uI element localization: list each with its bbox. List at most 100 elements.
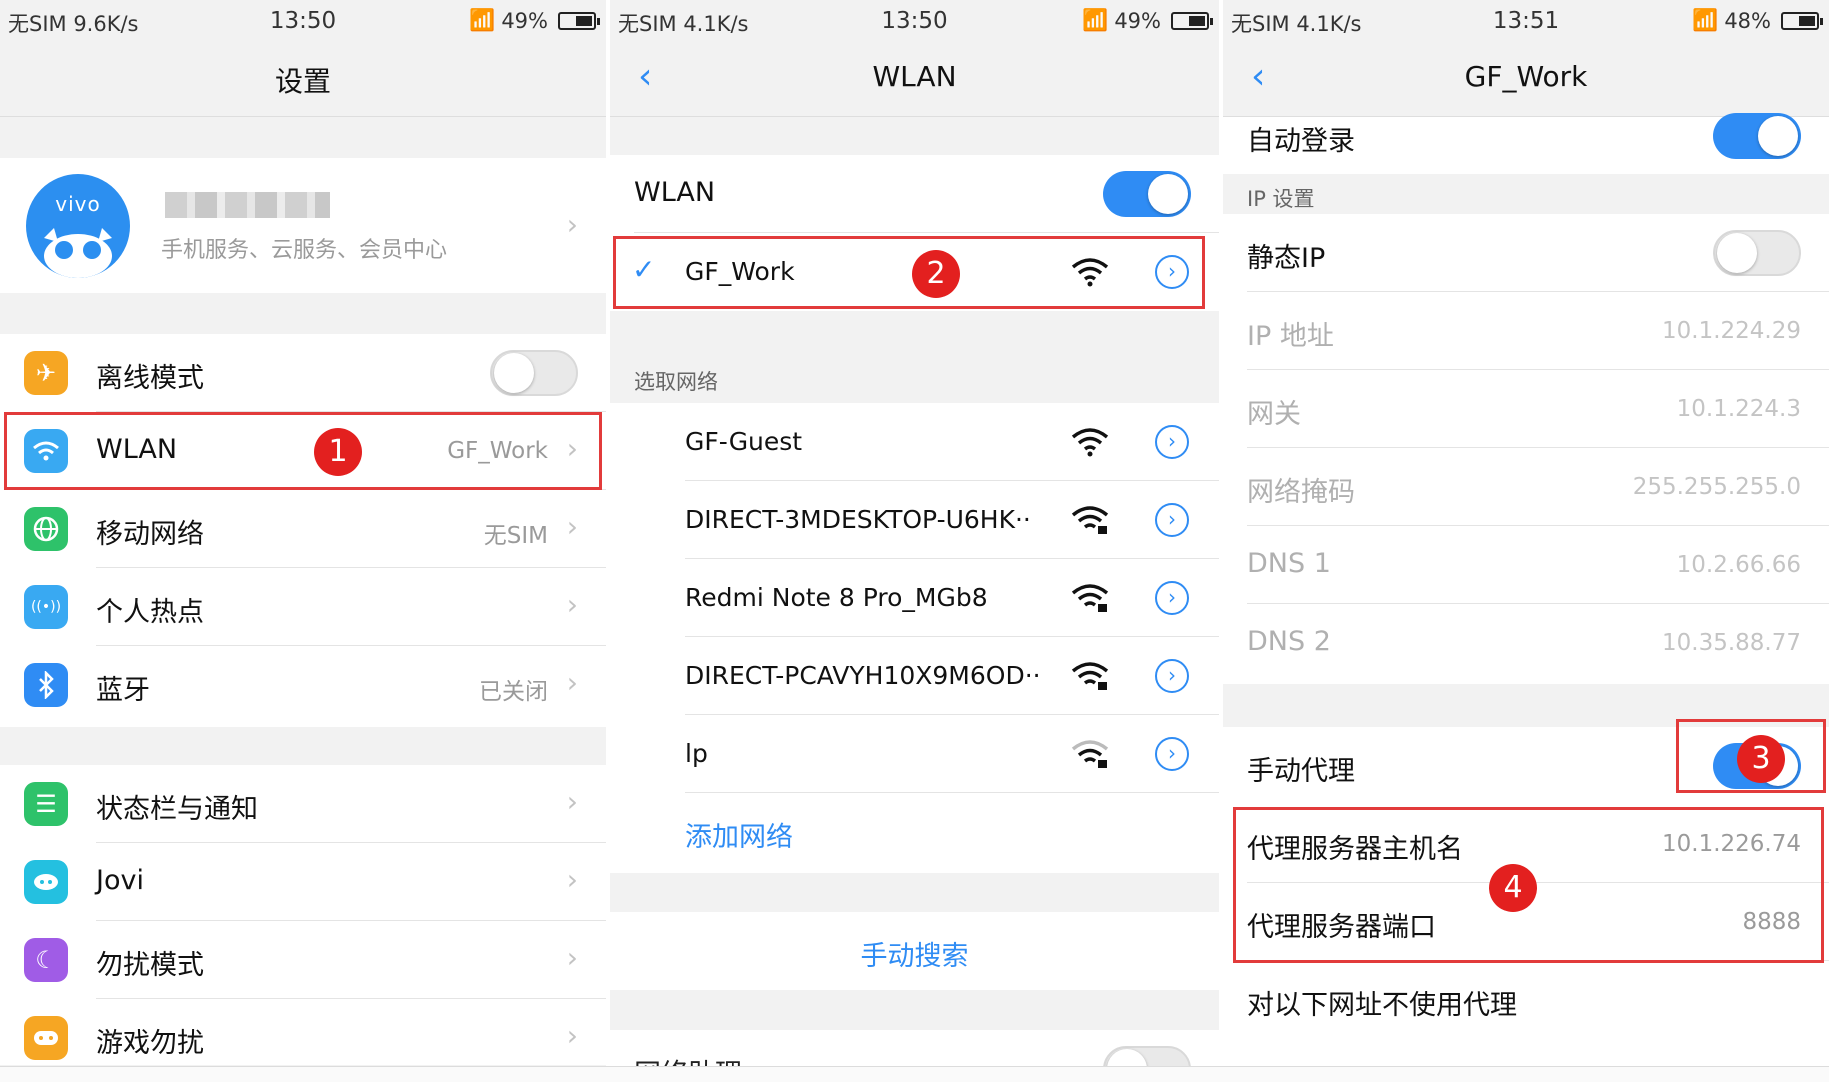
chevron-right-icon: › xyxy=(566,510,578,543)
chevron-right-icon: › xyxy=(566,863,578,896)
page-title: WLAN xyxy=(872,60,957,93)
battery-percent: 49% xyxy=(1114,8,1161,33)
status-bar: 无SIM 4.1K/s 13:50 📶 49% xyxy=(610,0,1219,42)
field-label: 网关 xyxy=(1247,399,1301,430)
settings-item-jovi[interactable]: Jovi › xyxy=(0,843,606,921)
wifi-locked-icon xyxy=(1071,584,1109,612)
add-network-button[interactable]: 添加网络 xyxy=(685,815,793,854)
static-ip-toggle[interactable] xyxy=(1713,230,1801,276)
choose-network-label: 选取网络 xyxy=(634,370,718,394)
settings-item-dnd[interactable]: ☾ 勿扰模式 › xyxy=(0,921,606,999)
field-value: 10.1.224.29 xyxy=(1662,318,1801,344)
network-row[interactable]: Redmi Note 8 Pro_MGb8 › xyxy=(610,559,1219,637)
bottom-strip xyxy=(0,1066,1829,1082)
static-ip-label: 静态IP xyxy=(1247,243,1326,274)
network-row[interactable]: lp › xyxy=(610,715,1219,793)
page-title: GF_Work xyxy=(1464,60,1588,93)
network-details-button[interactable]: › xyxy=(1155,581,1189,615)
network-name: DIRECT-PCAVYH10X9M6OD·· xyxy=(685,661,1041,690)
wlan-label: WLAN xyxy=(634,177,716,208)
signal-icon: 📶 xyxy=(1692,8,1719,32)
account-card[interactable]: vivo 手机服务、云服务、会员中心 › xyxy=(0,158,606,293)
network-name: Redmi Note 8 Pro_MGb8 xyxy=(685,583,988,612)
wifi-locked-icon xyxy=(1071,662,1109,690)
nav-bar: 设置 xyxy=(0,42,606,117)
network-details-button[interactable]: › xyxy=(1155,425,1189,459)
signal-icon: 📶 xyxy=(469,8,496,32)
proxy-bypass-row[interactable]: 对以下网址不使用代理 xyxy=(1223,961,1829,1039)
game-icon xyxy=(24,1016,68,1060)
settings-item-label: 移动网络 xyxy=(96,519,204,550)
network-details-button[interactable]: › xyxy=(1155,737,1189,771)
network-row[interactable]: DIRECT-3MDESKTOP-U6HK·· › xyxy=(610,481,1219,559)
settings-item-statusbar[interactable]: ☰ 状态栏与通知 › xyxy=(0,765,606,843)
signal-icon: 📶 xyxy=(1082,8,1109,32)
network-row[interactable]: GF-Guest › xyxy=(610,403,1219,481)
settings-item-value: 已关闭 xyxy=(479,679,548,705)
ip-settings-label: IP 设置 xyxy=(1247,187,1315,211)
settings-item-label: 游戏勿扰 xyxy=(96,1028,204,1059)
jovi-icon xyxy=(24,860,68,904)
settings-item-game-dnd[interactable]: 游戏勿扰 › xyxy=(0,999,606,1066)
network-assistant-label: 网络助理 xyxy=(634,1052,742,1066)
airplane-icon: ✈ xyxy=(24,351,68,395)
manual-search-card: 手动搜索 xyxy=(610,912,1219,990)
settings-item-mobile-network[interactable]: 移动网络 无SIM › xyxy=(0,490,606,568)
account-subtitle: 手机服务、云服务、会员中心 xyxy=(161,238,448,263)
settings-item-bluetooth[interactable]: 蓝牙 已关闭 › xyxy=(0,646,606,724)
settings-item-label: 勿扰模式 xyxy=(96,950,204,981)
highlight-wlan xyxy=(4,412,602,490)
wifi-signal-icon xyxy=(1071,428,1109,457)
manual-proxy-label: 手动代理 xyxy=(1247,756,1355,787)
netmask-row: 网络掩码 255.255.255.0 xyxy=(1223,448,1829,526)
network-assistant-row[interactable]: 网络助理 xyxy=(610,1030,1219,1066)
battery-icon xyxy=(1781,11,1823,30)
moon-icon: ☾ xyxy=(24,938,68,982)
network-assistant-toggle[interactable] xyxy=(1103,1046,1191,1066)
wlan-switch-row[interactable]: WLAN xyxy=(610,155,1219,233)
wlan-toggle[interactable] xyxy=(1103,171,1191,217)
highlight-connected-network xyxy=(613,236,1205,309)
settings-item-value: 无SIM xyxy=(483,523,548,549)
manual-search-button[interactable]: 手动搜索 xyxy=(610,934,1219,973)
chevron-right-icon: › xyxy=(566,666,578,699)
auto-login-label: 自动登录 xyxy=(1247,126,1355,157)
step-marker-3: 3 xyxy=(1737,735,1785,783)
settings-item-label: 个人热点 xyxy=(96,597,204,628)
wlan-screen: 无SIM 4.1K/s 13:50 📶 49% ‹ WLAN WLAN ✓ GF… xyxy=(610,0,1219,1066)
battery-icon xyxy=(1171,11,1213,30)
gateway-row: 网关 10.1.224.3 xyxy=(1223,370,1829,448)
settings-item-airplane[interactable]: ✈ 离线模式 xyxy=(0,334,606,412)
network-name: GF-Guest xyxy=(685,427,803,456)
network-row[interactable]: DIRECT-PCAVYH10X9M6OD·· › xyxy=(610,637,1219,715)
network-details-button[interactable]: › xyxy=(1155,503,1189,537)
hotspot-icon: ((•)) xyxy=(24,585,68,629)
add-network-row[interactable]: 添加网络 xyxy=(610,793,1219,871)
chevron-right-icon: › xyxy=(566,785,578,818)
settings-item-hotspot[interactable]: ((•)) 个人热点 › xyxy=(0,568,606,646)
field-value: 10.35.88.77 xyxy=(1662,630,1801,656)
ip-settings-card: 静态IP IP 地址 10.1.224.29 网关 10.1.224.3 网络掩… xyxy=(1223,214,1829,684)
proxy-bypass-label: 对以下网址不使用代理 xyxy=(1247,990,1517,1021)
step-marker-2: 2 xyxy=(912,250,960,298)
auto-login-toggle[interactable] xyxy=(1713,113,1801,159)
airplane-toggle[interactable] xyxy=(490,350,578,396)
settings-item-label: 蓝牙 xyxy=(96,675,150,706)
field-label: DNS 2 xyxy=(1247,626,1331,657)
settings-item-label: 状态栏与通知 xyxy=(96,794,258,825)
auto-login-row[interactable]: 自动登录 xyxy=(1223,113,1829,174)
status-bar: 无SIM 4.1K/s 13:51 📶 48% xyxy=(1223,0,1829,42)
avatar: vivo xyxy=(26,174,130,278)
field-value: 10.1.224.3 xyxy=(1676,396,1801,422)
chevron-right-icon: › xyxy=(566,588,578,621)
field-label: IP 地址 xyxy=(1247,321,1334,352)
bluetooth-icon xyxy=(24,663,68,707)
settings-screen: 无SIM 9.6K/s 13:50 📶 49% 设置 vivo 手机服务、云服务… xyxy=(0,0,606,1066)
battery-percent: 49% xyxy=(501,8,548,33)
field-value: 10.2.66.66 xyxy=(1676,552,1801,578)
dns2-row: DNS 2 10.35.88.77 xyxy=(1223,604,1829,682)
nav-bar: ‹ GF_Work xyxy=(1223,42,1829,117)
ip-address-row: IP 地址 10.1.224.29 xyxy=(1223,292,1829,370)
network-details-button[interactable]: › xyxy=(1155,659,1189,693)
static-ip-row[interactable]: 静态IP xyxy=(1223,214,1829,292)
